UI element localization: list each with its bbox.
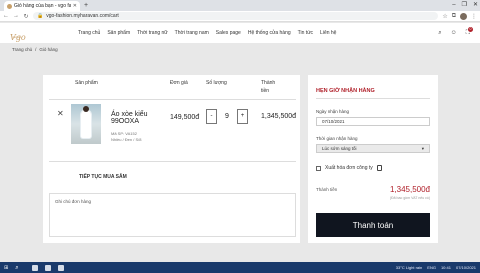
header-price: Đơn giá xyxy=(170,80,188,86)
header-total-line2: tiền xyxy=(261,88,270,94)
invoice-option: Xuất hóa đơn công ty xyxy=(316,165,430,171)
chevron-down-icon: ▾ xyxy=(421,146,424,151)
date-field[interactable]: 07/10/2021 xyxy=(316,117,430,126)
date-label: Ngày nhận hàng xyxy=(316,109,350,114)
forward-icon[interactable]: → xyxy=(13,13,19,19)
cart-count-badge: 0 xyxy=(468,26,473,32)
nav-item-stores[interactable]: Hệ thống cửa hàng xyxy=(248,30,291,36)
header-quantity: Số lượng xyxy=(206,80,227,86)
vat-note: (Đã bao gồm VAT nếu có) xyxy=(389,196,430,200)
divider xyxy=(49,99,296,100)
lock-icon: 🔒 xyxy=(37,13,44,19)
breadcrumb-home[interactable]: Trang chủ xyxy=(12,47,32,52)
product-variant: Nhiều / Đen / S/8 xyxy=(111,137,142,142)
qty-input[interactable]: 9 xyxy=(217,113,237,120)
nav-item-women[interactable]: Thời trang nữ xyxy=(137,30,168,36)
minimize-button[interactable]: – xyxy=(452,0,455,10)
maximize-button[interactable]: ❐ xyxy=(462,0,467,10)
order-note-textarea[interactable]: Ghi chú đơn hàng xyxy=(49,193,296,237)
divider xyxy=(49,161,296,162)
order-total-row: Thành tiền 1,345,500đ xyxy=(316,185,430,194)
taskbar-search-icon[interactable]: ⌕ xyxy=(15,265,25,271)
invoice-checkbox[interactable] xyxy=(316,165,321,171)
window-controls: – ❐ ✕ xyxy=(452,0,478,10)
model-figure xyxy=(81,110,91,138)
profile-avatar[interactable] xyxy=(460,12,467,20)
taskbar-app-icon[interactable] xyxy=(45,264,52,271)
nav-item-news[interactable]: Tin tức xyxy=(298,30,313,36)
qty-decrease-button[interactable]: - xyxy=(206,109,217,124)
model-head xyxy=(83,106,89,112)
time-label: Thời gian nhận hàng xyxy=(316,136,358,141)
product-image[interactable] xyxy=(71,104,101,144)
product-meta: Mã SP: VA152 Nhiều / Đen / S/8 xyxy=(111,131,141,143)
site-logo[interactable]: Vgo fashion xyxy=(10,27,32,42)
time-select-value: Lúc sớm sáng tối xyxy=(322,146,357,151)
address-bar[interactable]: 🔒 vgo-fashion.myharavan.com/cart xyxy=(33,12,439,20)
time-select[interactable]: Lúc sớm sáng tối ▾ xyxy=(316,144,430,153)
clock-date[interactable]: 07/10/2021 xyxy=(456,265,476,270)
product-name[interactable]: Áo xòe kiểu 99OOXA xyxy=(111,111,161,125)
url-text: vgo-fashion.myharavan.com/cart xyxy=(46,13,119,19)
back-icon[interactable]: ← xyxy=(3,13,9,19)
new-tab-button[interactable]: + xyxy=(84,1,88,11)
system-tray: 33°C Light rain ENG 10:41 07/10/2021 xyxy=(396,265,476,270)
weather-text[interactable]: 33°C Light rain xyxy=(396,265,423,270)
header-total-line1: Thành xyxy=(261,80,276,86)
breadcrumb: Trang chủ / Giỏ hàng xyxy=(12,47,58,52)
logo-subtext: fashion xyxy=(13,36,22,39)
os-taskbar: ⊞ ⌕ 33°C Light rain ENG 10:41 07/10/2021 xyxy=(0,262,480,273)
total-value: 1,345,500đ xyxy=(389,185,430,194)
cart-icon[interactable]: ⛶ 0 xyxy=(466,26,473,37)
breadcrumb-separator: / xyxy=(35,47,37,52)
taskbar-app-icon[interactable] xyxy=(32,264,39,271)
breadcrumb-current: Giỏ hàng xyxy=(39,47,58,52)
close-window-button[interactable]: ✕ xyxy=(473,0,478,10)
site-header: Vgo fashion Trang chủ Sản phẩm Thời tran… xyxy=(0,23,480,43)
nav-item-men[interactable]: Thời trang nam xyxy=(175,30,209,36)
toolbar-icons: ☆ ⧉ ⋮ xyxy=(442,12,477,20)
quantity-stepper: - 9 + xyxy=(206,109,248,124)
line-total: 1,345,500đ xyxy=(261,113,297,120)
extensions-icon[interactable]: ⧉ xyxy=(452,13,456,20)
header-product: Sản phẩm xyxy=(75,80,98,86)
search-icon[interactable]: ⌕ xyxy=(438,30,441,37)
continue-shopping-link[interactable]: TIẾP TỤC MUA SẮM xyxy=(79,174,127,180)
invoice-label: Xuất hóa đơn công ty xyxy=(325,165,373,171)
divider xyxy=(316,98,430,99)
browser-tab[interactable]: Giỏ hàng của bạn - vgo fashion ✕ xyxy=(4,1,80,11)
document-icon xyxy=(376,165,382,171)
header-icons: ⌕ ☺ ⛶ 0 xyxy=(438,26,473,37)
menu-icon[interactable]: ⋮ xyxy=(471,13,477,20)
browser-toolbar: ← → ↻ 🔒 vgo-fashion.myharavan.com/cart ☆… xyxy=(0,11,480,22)
remove-item-icon[interactable]: ✕ xyxy=(57,109,64,118)
main-nav: Trang chủ Sản phẩm Thời trang nữ Thời tr… xyxy=(78,30,336,36)
nav-item-products[interactable]: Sản phẩm xyxy=(107,30,130,36)
qty-increase-button[interactable]: + xyxy=(237,109,248,124)
close-tab-icon[interactable]: ✕ xyxy=(73,3,77,9)
nav-item-contact[interactable]: Liên hệ xyxy=(320,30,336,36)
delivery-schedule-title: HẸN GIỜ NHẬN HÀNG xyxy=(316,88,375,94)
taskbar-app-icon[interactable] xyxy=(58,264,65,271)
nav-item-home[interactable]: Trang chủ xyxy=(78,30,100,36)
reload-icon[interactable]: ↻ xyxy=(23,13,29,20)
checkout-button[interactable]: Thanh toán xyxy=(316,213,430,237)
unit-price: 149,500đ xyxy=(170,114,200,121)
nav-item-sales[interactable]: Sales page xyxy=(216,30,241,36)
account-icon[interactable]: ☺ xyxy=(451,30,457,37)
total-label: Thành tiền xyxy=(316,187,338,192)
order-summary-panel: HẸN GIỜ NHẬN HÀNG Ngày nhận hàng 07/10/2… xyxy=(308,75,438,243)
windows-start-icon[interactable]: ⊞ xyxy=(4,265,8,271)
browser-tab-title: Giỏ hàng của bạn - vgo fashion xyxy=(14,3,71,9)
star-icon[interactable]: ☆ xyxy=(442,13,447,20)
clock-time[interactable]: 10:41 xyxy=(441,265,451,270)
language-indicator[interactable]: ENG xyxy=(427,265,436,270)
site-favicon-icon xyxy=(7,3,12,9)
browser-tab-strip: Giỏ hàng của bạn - vgo fashion ✕ + – ❐ ✕ xyxy=(0,0,480,11)
cart-panel: Sản phẩm Đơn giá Số lượng Thành tiền ✕ Á… xyxy=(43,75,300,243)
